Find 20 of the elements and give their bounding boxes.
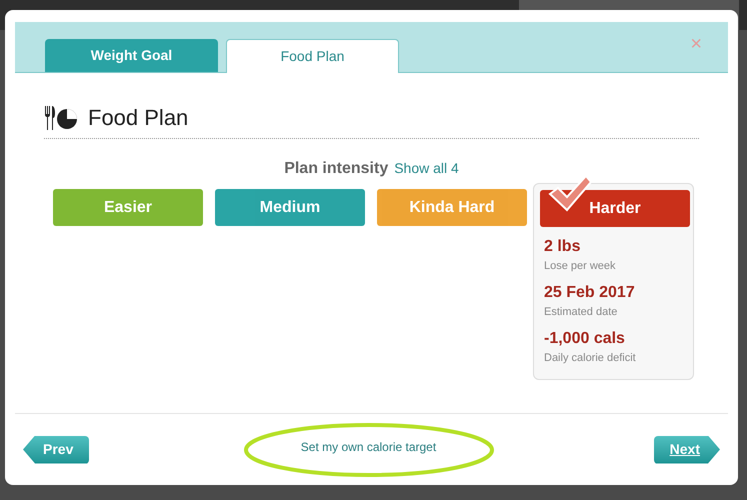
stat-value: 25 Feb 2017 xyxy=(544,283,636,303)
plan-option[interactable]: Medium xyxy=(215,189,365,226)
tab[interactable]: Food Plan xyxy=(226,39,399,73)
plan-option[interactable]: Harder xyxy=(540,190,690,227)
plate-fork-icon xyxy=(44,106,78,130)
next-button[interactable]: Next xyxy=(654,436,720,464)
stat-caption: Lose per week xyxy=(544,259,617,273)
stat-caption: Estimated date xyxy=(544,305,618,319)
prev-button[interactable]: Prev xyxy=(23,436,90,464)
section-heading: Food Plan xyxy=(88,104,188,132)
stat-caption: Daily calorie deficit xyxy=(544,351,637,365)
stat-value: -1,000 cals xyxy=(544,329,626,349)
show-all-link[interactable]: Show all 4 xyxy=(394,158,459,179)
custom-target-link[interactable]: Set my own calorie target xyxy=(300,438,436,456)
plan-option[interactable]: Kinda Hard xyxy=(377,189,527,226)
tab[interactable]: Weight Goal xyxy=(45,39,218,72)
plan-option[interactable]: Easier xyxy=(53,189,203,226)
close-button[interactable]: × xyxy=(690,34,702,54)
stat-value: 2 lbs xyxy=(544,237,582,257)
intensity-label: Plan intensity xyxy=(284,159,388,179)
